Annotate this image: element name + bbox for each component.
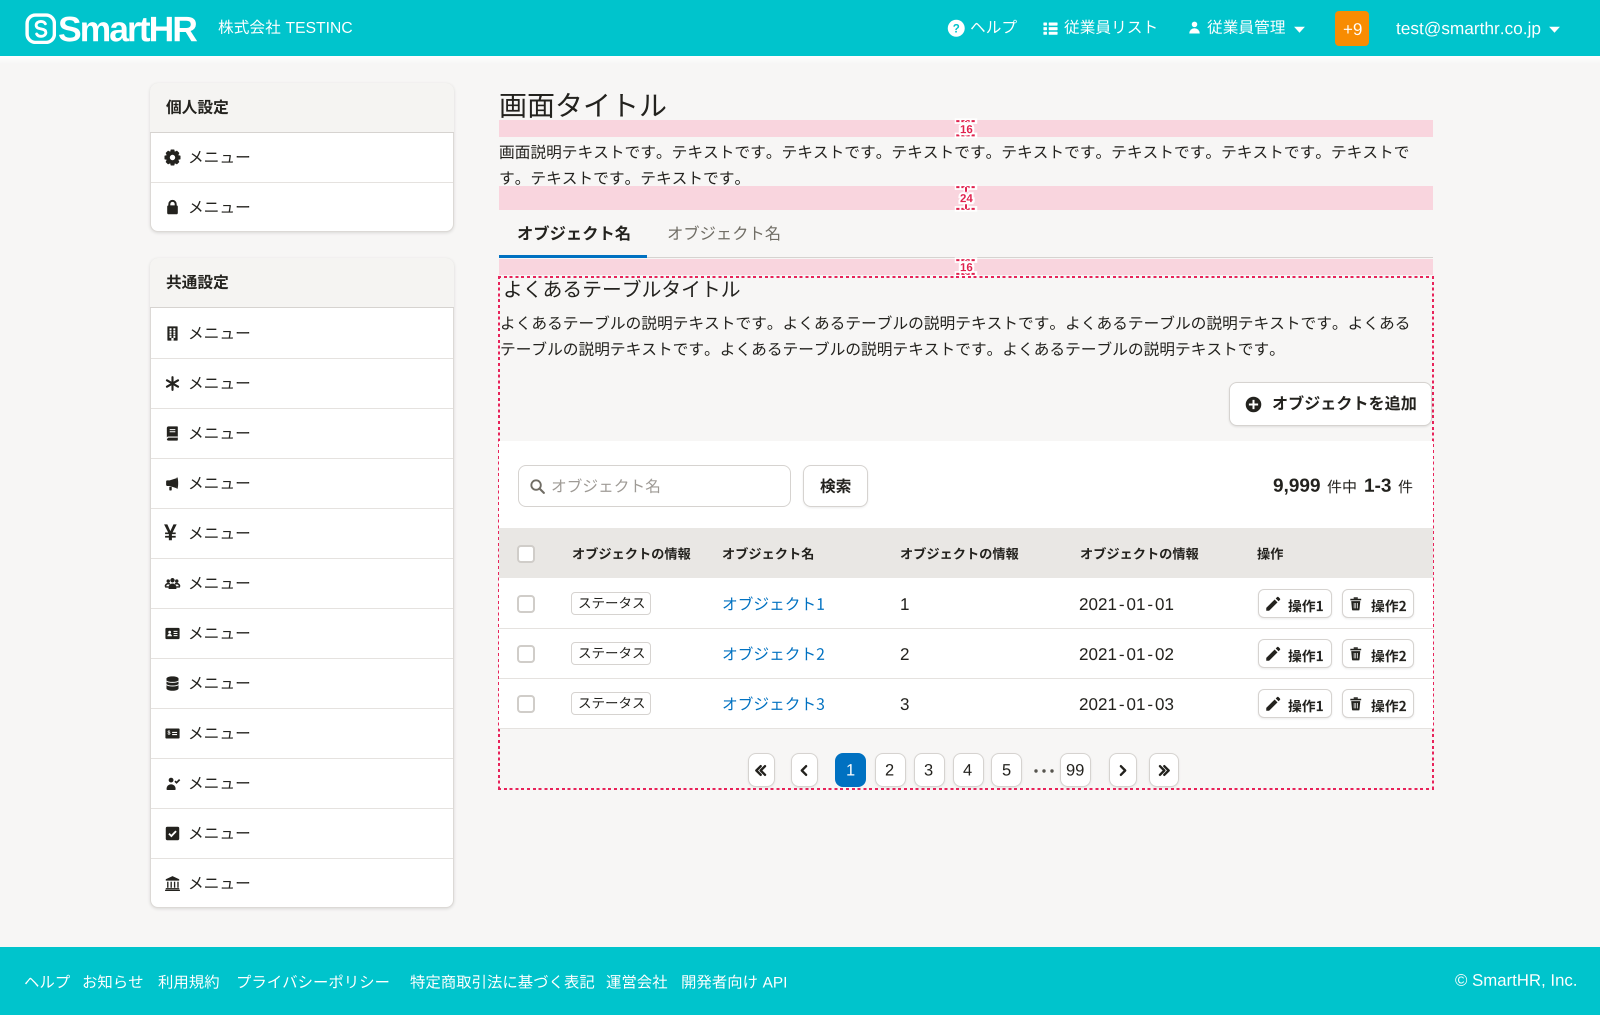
svg-text:$: $: [167, 730, 170, 736]
svg-text:?: ?: [953, 23, 960, 35]
